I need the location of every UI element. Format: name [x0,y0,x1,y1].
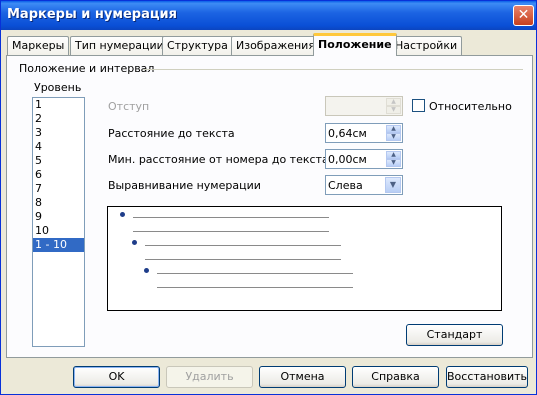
level-item-selected[interactable]: 1 - 10 [33,238,84,252]
restore-button[interactable]: Восстановить [446,366,528,388]
close-button[interactable]: ✕ [513,5,534,26]
window-title: Маркеры и нумерация [7,7,177,22]
bullet-icon [132,240,137,245]
min-spacing-spin-buttons[interactable]: ▲ ▼ [386,151,401,167]
ok-button[interactable]: OK [73,366,160,388]
level-list[interactable]: 1 2 3 4 5 6 7 8 9 10 1 - 10 [32,97,85,347]
align-label: Выравнивание нумерации [108,179,261,192]
indent-spin-buttons[interactable]: ▲ ▼ [386,98,401,114]
spacing-spin-buttons[interactable]: ▲ ▼ [386,125,401,141]
tab-markers[interactable]: Маркеры [7,36,70,55]
min-spacing-spinfield[interactable]: 0,00см ▲ ▼ [325,149,403,169]
spin-down-icon[interactable]: ▼ [386,159,401,167]
level-item[interactable]: 2 [33,112,84,126]
indent-spinfield[interactable]: ▲ ▼ [325,96,403,116]
min-spacing-value: 0,00см [328,153,367,166]
tab-images[interactable]: Изображения [231,36,320,55]
min-spacing-label: Мин. расстояние от номера до текста [108,153,329,166]
preview-line [145,259,341,260]
level-item[interactable]: 3 [33,126,84,140]
help-button[interactable]: Справка [352,366,439,388]
tab-position[interactable]: Положение [313,33,397,56]
spin-down-icon[interactable]: ▼ [386,133,401,141]
spacing-spinfield[interactable]: 0,64см ▲ ▼ [325,123,403,143]
title-bar[interactable]: Маркеры и нумерация ✕ [1,1,536,30]
level-item[interactable]: 1 [33,98,84,112]
dialog-window: Маркеры и нумерация ✕ Маркеры Тип нумера… [0,0,537,395]
preview-line [133,231,329,232]
tab-numbering-type[interactable]: Тип нумерации [70,36,169,55]
align-dropdown[interactable]: Слева ▼ [325,175,403,195]
level-item[interactable]: 8 [33,196,84,210]
level-item[interactable]: 7 [33,182,84,196]
level-item[interactable]: 9 [33,210,84,224]
level-item[interactable]: 6 [33,168,84,182]
standard-button[interactable]: Стандарт [406,324,503,346]
preview-line [145,245,341,246]
tab-options[interactable]: Настройки [390,36,463,55]
close-icon: ✕ [517,7,530,23]
cancel-button[interactable]: Отмена [259,366,346,388]
level-item[interactable]: 4 [33,140,84,154]
relative-label: Относительно [429,100,512,113]
bullet-icon [120,212,125,217]
relative-checkbox[interactable] [412,99,425,112]
level-item[interactable]: 10 [33,224,84,238]
level-item[interactable]: 5 [33,154,84,168]
spin-down-icon[interactable]: ▼ [386,106,401,114]
align-value: Слева [328,179,363,192]
preview-line [133,217,329,218]
spacing-value: 0,64см [328,127,367,140]
preview-line [157,287,353,288]
bullet-icon [144,268,149,273]
group-label: Положение и интервал [19,62,155,75]
level-label: Уровень [34,81,82,94]
chevron-down-icon[interactable]: ▼ [385,177,401,193]
group-divider [143,69,523,70]
preview-line [157,273,353,274]
spin-up-icon[interactable]: ▲ [386,125,401,133]
indent-label: Отступ [108,100,150,113]
spin-up-icon[interactable]: ▲ [386,98,401,106]
preview-area [107,206,502,311]
spin-up-icon[interactable]: ▲ [386,151,401,159]
tab-outline[interactable]: Структура [162,36,233,55]
spacing-label: Расстояние до текста [108,127,235,140]
delete-button[interactable]: Удалить [166,366,253,388]
